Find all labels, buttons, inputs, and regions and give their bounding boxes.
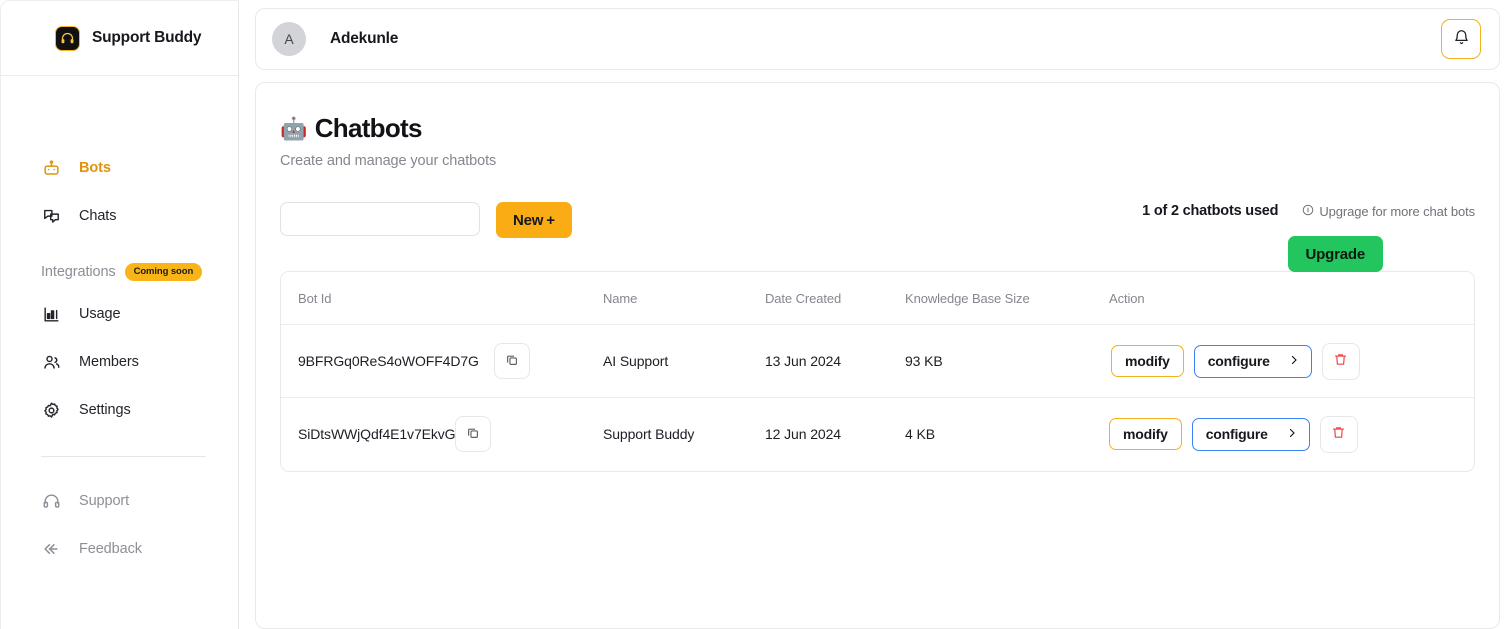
upgrade-button[interactable]: Upgrade	[1287, 236, 1383, 272]
column-header-knowledge-base-size: Knowledge Base Size	[905, 272, 1109, 325]
upgrade-hint: Upgrage for more chat bots	[1302, 204, 1475, 219]
trash-icon	[1331, 425, 1346, 443]
sidebar-item-settings[interactable]: Settings	[1, 386, 238, 434]
cell-bot-id: SiDtsWWjQdf4E1v7EkvG	[281, 398, 603, 471]
column-header-date-created: Date Created	[765, 272, 905, 325]
info-icon	[1302, 204, 1314, 219]
notifications-button[interactable]	[1441, 19, 1481, 59]
main-content: A Adekunle 🤖 Chatbots Create and manage …	[239, 0, 1510, 629]
sidebar-item-support[interactable]: Support	[1, 477, 238, 525]
cell-date-created: 12 Jun 2024	[765, 426, 841, 443]
delete-button[interactable]	[1321, 342, 1360, 380]
bot-id-text: SiDtsWWjQdf4E1v7EkvG	[298, 426, 456, 443]
column-header-action: Action	[1109, 272, 1474, 325]
chat-icon	[41, 206, 61, 226]
sidebar: Support Buddy Bots Chats Integrations Co…	[0, 0, 239, 629]
app-root: Support Buddy Bots Chats Integrations Co…	[0, 0, 1510, 629]
brand-name: Support Buddy	[92, 29, 202, 46]
sidebar-item-integrations: Integrations Coming soon	[1, 254, 238, 290]
sidebar-item-feedback[interactable]: Feedback	[1, 525, 238, 573]
table-header-row: Bot Id Name Date Created Knowledge Base …	[281, 272, 1474, 325]
brand[interactable]: Support Buddy	[1, 1, 238, 76]
chatbots-table: Bot Id Name Date Created Knowledge Base …	[280, 271, 1475, 472]
sidebar-item-bots[interactable]: Bots	[1, 144, 238, 192]
cell-actions: modify configure	[1109, 398, 1474, 471]
toolbar: New + 1 of 2 chatbots used Upgrage for m…	[280, 202, 1475, 272]
copy-bot-id-button[interactable]	[455, 416, 492, 453]
table-row: SiDtsWWjQdf4E1v7EkvG Support Buddy 12 Ju…	[281, 398, 1474, 471]
sidebar-item-members[interactable]: Members	[1, 338, 238, 386]
robot-emoji-icon: 🤖	[280, 115, 307, 141]
cell-kb-size: 4 KB	[905, 426, 935, 443]
cell-date-created: 13 Jun 2024	[765, 324, 905, 398]
avatar[interactable]: A	[272, 22, 306, 56]
chevron-right-icon	[1288, 353, 1300, 369]
new-chatbot-button[interactable]: New +	[496, 202, 572, 238]
delete-button[interactable]	[1319, 415, 1358, 453]
headset-icon	[41, 491, 61, 511]
copy-icon	[505, 353, 519, 370]
sidebar-item-usage[interactable]: Usage	[1, 290, 238, 338]
page-title-text: Chatbots	[314, 113, 423, 143]
sidebar-item-label: Usage	[79, 306, 121, 322]
quota-section: 1 of 2 chatbots used Upgrage for more ch…	[1142, 202, 1475, 272]
column-header-bot-id: Bot Id	[281, 272, 603, 325]
sidebar-nav: Bots Chats Integrations Coming soon Usag…	[1, 76, 238, 573]
user-name: Adekunle	[330, 30, 399, 47]
table-row: 9BFRGq0ReS4oWOFF4D7G AI Support 13 Jun 2…	[281, 324, 1474, 398]
modify-button[interactable]: modify	[1109, 418, 1182, 451]
sidebar-item-label: Members	[79, 354, 139, 370]
search-input[interactable]	[280, 202, 480, 236]
configure-button-label: configure	[1207, 353, 1270, 369]
chevron-right-icon	[1286, 426, 1298, 442]
upgrade-hint-text: Upgrage for more chat bots	[1319, 203, 1475, 219]
sidebar-item-label: Feedback	[79, 541, 142, 557]
quota-line: 1 of 2 chatbots used Upgrage for more ch…	[1142, 202, 1475, 220]
plus-icon: +	[546, 211, 555, 229]
users-icon	[41, 352, 61, 372]
bot-id-text: 9BFRGq0ReS4oWOFF4D7G	[298, 353, 479, 369]
robot-icon	[41, 158, 61, 178]
cell-bot-id: 9BFRGq0ReS4oWOFF4D7G	[281, 324, 603, 398]
sidebar-item-label: Settings	[79, 402, 131, 418]
gear-icon	[41, 400, 61, 420]
cell-actions: modify configure	[1109, 324, 1474, 398]
copy-bot-id-button[interactable]	[493, 343, 530, 379]
sidebar-divider	[41, 456, 206, 457]
coming-soon-badge: Coming soon	[124, 263, 203, 281]
sidebar-item-label: Chats	[79, 208, 117, 224]
modify-button[interactable]: modify	[1111, 345, 1184, 377]
bell-icon	[1453, 29, 1470, 49]
new-button-label: New	[513, 211, 544, 229]
configure-button[interactable]: configure	[1191, 417, 1310, 451]
topbar: A Adekunle	[255, 8, 1500, 70]
bar-chart-icon	[41, 304, 61, 324]
integrations-label: Integrations	[41, 264, 116, 280]
trash-icon	[1333, 352, 1348, 370]
chatbots-panel: 🤖 Chatbots Create and manage your chatbo…	[255, 82, 1500, 629]
cell-name: Support Buddy	[603, 426, 695, 443]
configure-button[interactable]: configure	[1193, 344, 1312, 378]
configure-button-label: configure	[1205, 426, 1268, 443]
headphones-icon	[55, 25, 80, 51]
quota-used-text: 1 of 2 chatbots used	[1142, 203, 1279, 219]
page-title: 🤖 Chatbots	[280, 113, 1475, 144]
column-header-name: Name	[603, 272, 765, 325]
reply-icon	[41, 539, 61, 559]
page-subtitle: Create and manage your chatbots	[280, 153, 497, 169]
cell-kb-size: 93 KB	[905, 324, 1109, 398]
copy-icon	[466, 426, 480, 443]
sidebar-item-label: Bots	[79, 160, 111, 176]
sidebar-item-chats[interactable]: Chats	[1, 192, 238, 240]
cell-name: AI Support	[603, 324, 765, 398]
sidebar-item-label: Support	[79, 493, 130, 509]
